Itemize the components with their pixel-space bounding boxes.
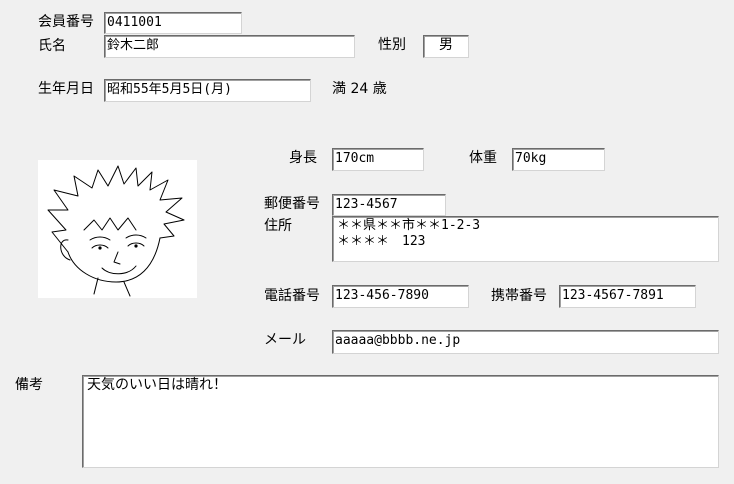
- mobile-label: 携帯番号: [491, 288, 547, 304]
- height-label: 身長: [289, 150, 317, 166]
- email-label: メール: [264, 332, 306, 348]
- gender-label: 性別: [378, 37, 406, 53]
- postal-code-label: 郵便番号: [264, 196, 320, 212]
- birthdate-field[interactable]: 昭和55年5月5日(月): [104, 79, 311, 102]
- birthdate-label: 生年月日: [38, 81, 94, 97]
- member-number-field[interactable]: 0411001: [104, 12, 242, 34]
- height-field[interactable]: 170cm: [332, 148, 424, 171]
- address-field[interactable]: ＊＊県＊＊市＊＊1-2-3 ＊＊＊＊ 123: [332, 216, 719, 262]
- postal-code-field[interactable]: 123-4567: [332, 194, 446, 216]
- address-label: 住所: [264, 218, 292, 234]
- member-photo: [38, 160, 197, 298]
- email-field[interactable]: aaaaa@bbbb.ne.jp: [332, 330, 719, 354]
- member-number-label: 会員番号: [38, 14, 94, 30]
- name-label: 氏名: [38, 38, 66, 54]
- weight-label: 体重: [469, 150, 497, 166]
- mobile-field[interactable]: 123-4567-7891: [559, 285, 696, 308]
- weight-field[interactable]: 70kg: [512, 148, 605, 171]
- phone-label: 電話番号: [264, 288, 320, 304]
- phone-field[interactable]: 123-456-7890: [332, 285, 469, 308]
- gender-field[interactable]: 男: [423, 35, 469, 58]
- name-field[interactable]: 鈴木二郎: [104, 35, 355, 58]
- notes-field[interactable]: 天気のいい日は晴れ！: [82, 375, 719, 468]
- age-text: 満 24 歳: [332, 81, 387, 97]
- notes-label: 備考: [15, 377, 43, 393]
- cartoon-face-icon: [47, 165, 185, 297]
